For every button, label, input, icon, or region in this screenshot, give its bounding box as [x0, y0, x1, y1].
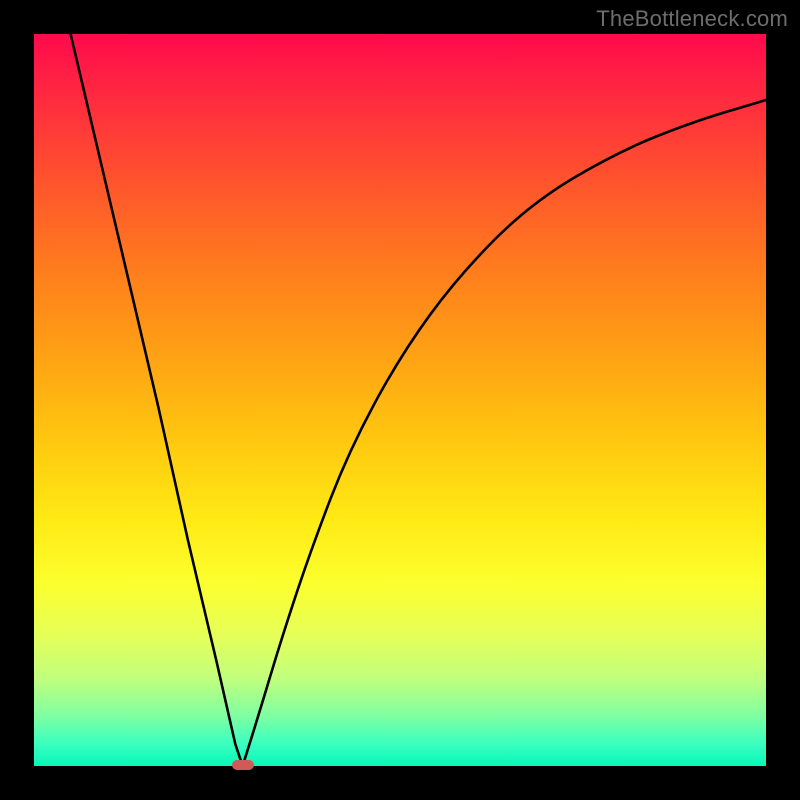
- watermark-text: TheBottleneck.com: [596, 6, 788, 32]
- plot-area: [34, 34, 766, 766]
- bottleneck-curve: [71, 34, 766, 766]
- minimum-marker: [232, 760, 254, 770]
- curve-svg: [34, 34, 766, 766]
- chart-frame: TheBottleneck.com: [0, 0, 800, 800]
